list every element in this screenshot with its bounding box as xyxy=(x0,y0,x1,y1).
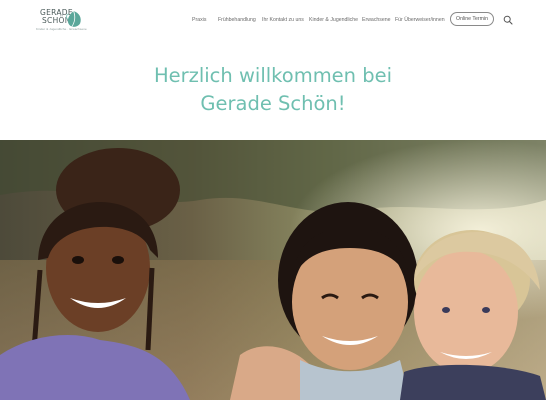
search-icon[interactable] xyxy=(503,15,513,25)
page-title: Herzlich willkommen bei Gerade Schön! xyxy=(0,62,546,118)
page-title-line1: Herzlich willkommen bei xyxy=(153,64,393,87)
logo[interactable]: GERADE SCHÖN Kinder & Jugendliche · Erwa… xyxy=(34,8,87,34)
nav-item-fruehbehandlung[interactable]: Frühbehandlung xyxy=(218,14,256,26)
hero-image xyxy=(0,140,546,400)
nav-item-kinder-jugendliche[interactable]: Kinder & Jugendliche xyxy=(309,14,358,26)
hero-photo-children xyxy=(0,140,546,400)
nav-item-ueberweiser[interactable]: Für Überweiser/innen xyxy=(395,14,445,26)
online-termin-button[interactable]: Online Termin xyxy=(450,12,494,26)
page-title-line2: Gerade Schön! xyxy=(200,92,346,115)
leaf-icon xyxy=(66,10,81,28)
site-header: GERADE SCHÖN Kinder & Jugendliche · Erwa… xyxy=(0,0,546,42)
nav-item-praxis[interactable]: Praxis xyxy=(192,14,206,26)
nav-item-erwachsene[interactable]: Erwachsene xyxy=(362,14,391,26)
nav-item-kontakt[interactable]: Ihr Kontakt zu uns xyxy=(262,14,304,26)
